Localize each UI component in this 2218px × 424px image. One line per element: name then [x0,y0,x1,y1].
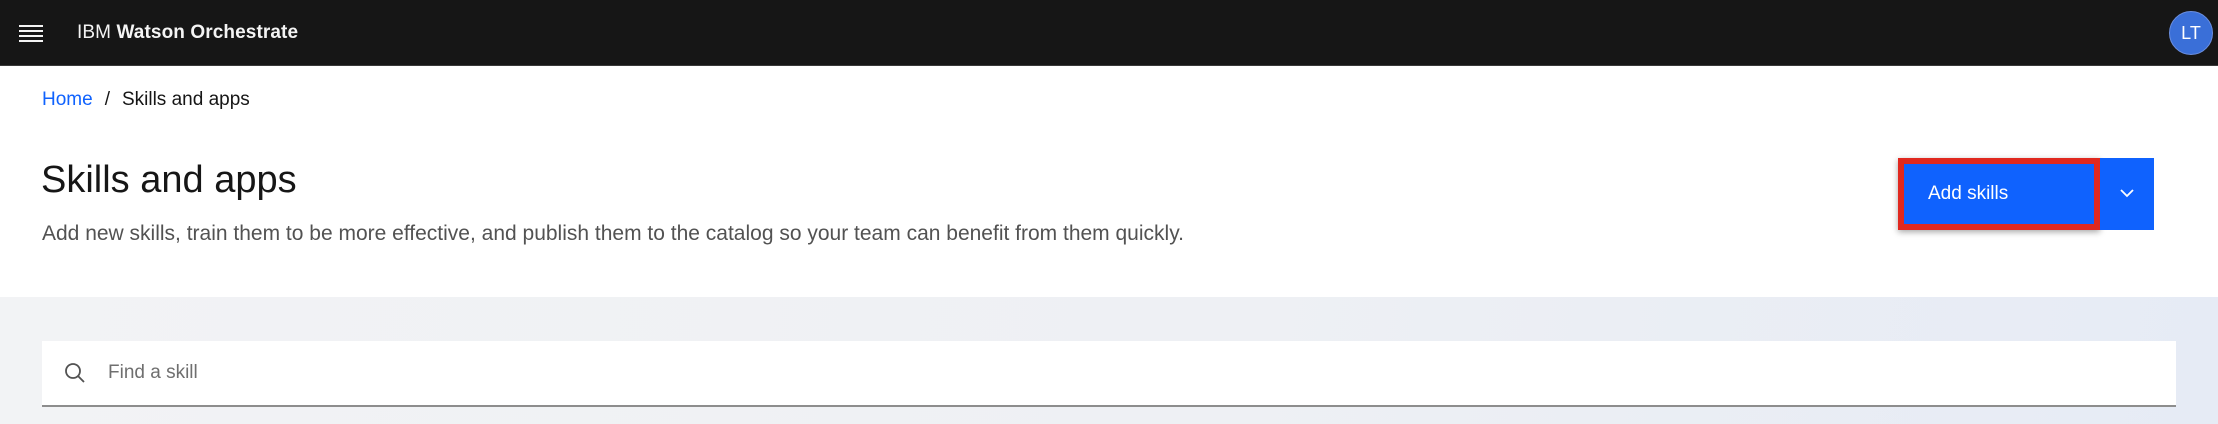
skill-search [42,341,2176,407]
search-input[interactable] [108,353,2108,393]
page-subtitle: Add new skills, train them to be more ef… [42,222,1184,245]
breadcrumb: Home / Skills and apps [42,89,250,111]
add-skills-label: Add skills [1928,183,2009,204]
search-icon [42,340,108,406]
breadcrumb-home-link[interactable]: Home [42,89,93,111]
add-skills-dropdown-button[interactable] [2100,158,2154,230]
product-brand[interactable]: IBM Watson Orchestrate [77,22,298,44]
content-area [0,297,2218,424]
add-skills-split-button: Add skills [1898,158,2154,230]
page-header: Home / Skills and apps Skills and apps A… [0,67,2218,297]
breadcrumb-current: Skills and apps [121,89,250,110]
brand-name: Watson Orchestrate [116,21,299,43]
brand-prefix: IBM [77,21,112,43]
page-title: Skills and apps [41,159,297,201]
add-skills-button[interactable]: Add skills [1898,158,2100,230]
chevron-down-icon [2119,185,2135,203]
hamburger-menu-icon [19,23,43,43]
top-header: IBM Watson Orchestrate LT [0,0,2218,66]
user-avatar[interactable]: LT [2169,11,2213,55]
menu-button[interactable] [0,0,62,66]
breadcrumb-separator: / [104,89,110,110]
